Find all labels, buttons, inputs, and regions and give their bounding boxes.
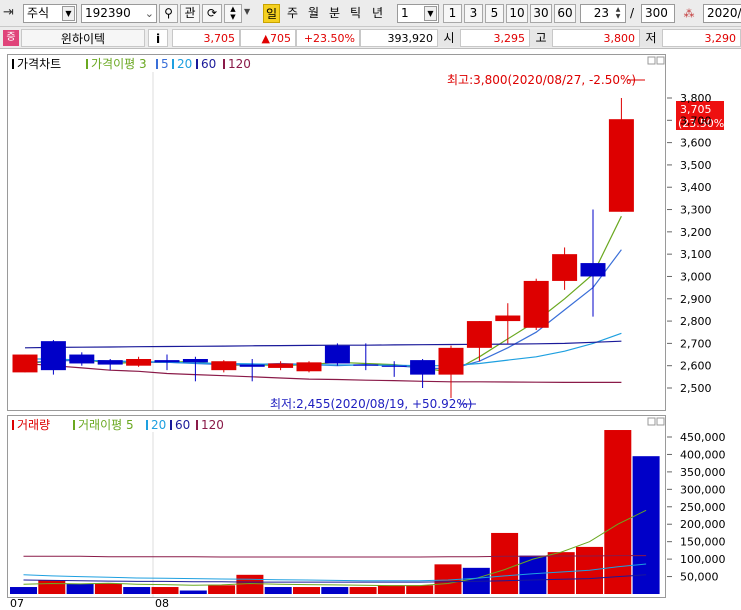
count-separator: /: [630, 6, 635, 20]
high-label: 고: [530, 29, 552, 47]
main-toolbar: ⇥ 주식 ▼ 192390 ⌄ ⚲ 관 ⟳ ▲ ▼ ▼ 일 주 월 분 틱 년 1…: [0, 0, 741, 27]
period-tab-week[interactable]: 주: [284, 4, 301, 23]
volume-tick-label: 450,000: [680, 431, 726, 444]
interval-select-value: 1: [401, 6, 409, 20]
current-price: 3,705: [172, 29, 240, 47]
x-tick-label: 07: [10, 597, 24, 610]
market-select[interactable]: 주식 ▼: [23, 4, 77, 23]
price-tick-label: 2,900: [680, 293, 712, 306]
period-tab-year[interactable]: 년: [369, 4, 386, 23]
chevron-down-icon[interactable]: ⌄: [145, 5, 154, 22]
price-tick-label: 3,300: [680, 204, 712, 217]
volume-tick-label: 200,000: [680, 518, 726, 531]
quote-bar: 증 윈하이텍 i 3,705 ▲705 +23.50% 393,920 시 3,…: [0, 27, 741, 49]
price-tick-label: 2,600: [680, 360, 712, 373]
count-value: 23: [593, 6, 609, 20]
interval-1-button[interactable]: 1: [443, 4, 462, 23]
info-icon[interactable]: i: [148, 29, 168, 47]
x-tick-label: 08: [155, 597, 169, 610]
volume-chart-panel[interactable]: [7, 415, 666, 598]
total-input[interactable]: 300: [641, 4, 675, 23]
spin-icon[interactable]: ▲ ▼: [612, 6, 624, 21]
chevron-down-icon: ▼: [62, 6, 75, 21]
period-tab-month[interactable]: 월: [305, 4, 322, 23]
gwan-button[interactable]: 관: [180, 4, 200, 23]
period-tab-day[interactable]: 일: [263, 4, 280, 23]
settings-grid-icon[interactable]: ⁂: [679, 5, 699, 22]
open-price: 3,295: [460, 29, 530, 47]
price-tick-label: 3,500: [680, 159, 712, 172]
price-tick-label: 3,000: [680, 270, 712, 283]
volume-tick-label: 250,000: [680, 501, 726, 514]
interval-10-button[interactable]: 10: [506, 4, 528, 23]
refresh-icon[interactable]: ⟳: [202, 4, 222, 23]
change-rate: +23.50%: [296, 29, 360, 47]
period-tab-tick[interactable]: 틱: [347, 4, 364, 23]
interval-30-button[interactable]: 30: [530, 4, 552, 23]
chevron-down-icon: ▼: [424, 6, 437, 21]
current-price-tag: [676, 101, 724, 130]
price-tick-label: 3,800: [680, 92, 712, 105]
total-value: 300: [645, 6, 668, 20]
interval-60-button[interactable]: 60: [554, 4, 576, 23]
volume-tick-label: 150,000: [680, 536, 726, 549]
current-price-tag-rate: (23.50%): [678, 117, 729, 130]
price-tick-label: 3,600: [680, 137, 712, 150]
stepper-icon[interactable]: ▲ ▼: [224, 4, 242, 23]
volume-tick-label: 300,000: [680, 483, 726, 496]
interval-3-button[interactable]: 3: [464, 4, 483, 23]
price-tick-label: 3,700: [680, 114, 712, 127]
date-input[interactable]: 2020/0: [703, 4, 741, 23]
interval-select[interactable]: 1 ▼: [397, 4, 439, 23]
volume-tick-label: 400,000: [680, 448, 726, 461]
price-tick-label: 3,400: [680, 181, 712, 194]
volume-tick-label: 50,000: [680, 571, 719, 584]
volume-tick-label: 350,000: [680, 466, 726, 479]
chart-menu-icon[interactable]: ⇥: [3, 5, 21, 21]
open-label: 시: [438, 29, 460, 47]
chevron-down-icon[interactable]: ▼: [244, 7, 250, 16]
market-select-value: 주식: [27, 6, 50, 20]
stock-code-input[interactable]: 192390 ⌄: [81, 4, 157, 23]
volume-value: 393,920: [360, 29, 438, 47]
interval-5-button[interactable]: 5: [485, 4, 504, 23]
price-tick-label: 2,700: [680, 337, 712, 350]
stock-code-value: 192390: [85, 6, 131, 20]
count-input[interactable]: 23 ▲ ▼: [580, 4, 626, 23]
low-price: 3,290: [662, 29, 741, 47]
date-value: 2020/0: [707, 6, 741, 20]
price-tick-label: 3,100: [680, 248, 712, 261]
period-tab-minute[interactable]: 분: [326, 4, 343, 23]
price-change: ▲705: [240, 29, 296, 47]
price-tick-label: 2,500: [680, 382, 712, 395]
price-chart-panel[interactable]: [7, 54, 666, 411]
price-tick-label: 3,200: [680, 226, 712, 239]
stock-name[interactable]: 윈하이텍: [21, 29, 145, 47]
volume-tick-label: 100,000: [680, 553, 726, 566]
period-tabs: 일 주 월 분 틱 년: [263, 4, 393, 23]
current-price-tag-value: 3,705: [680, 103, 712, 116]
search-icon[interactable]: ⚲: [159, 4, 178, 23]
low-label: 저: [640, 29, 662, 47]
market-badge: 증: [3, 30, 19, 46]
price-tick-label: 2,800: [680, 315, 712, 328]
high-price: 3,800: [552, 29, 640, 47]
